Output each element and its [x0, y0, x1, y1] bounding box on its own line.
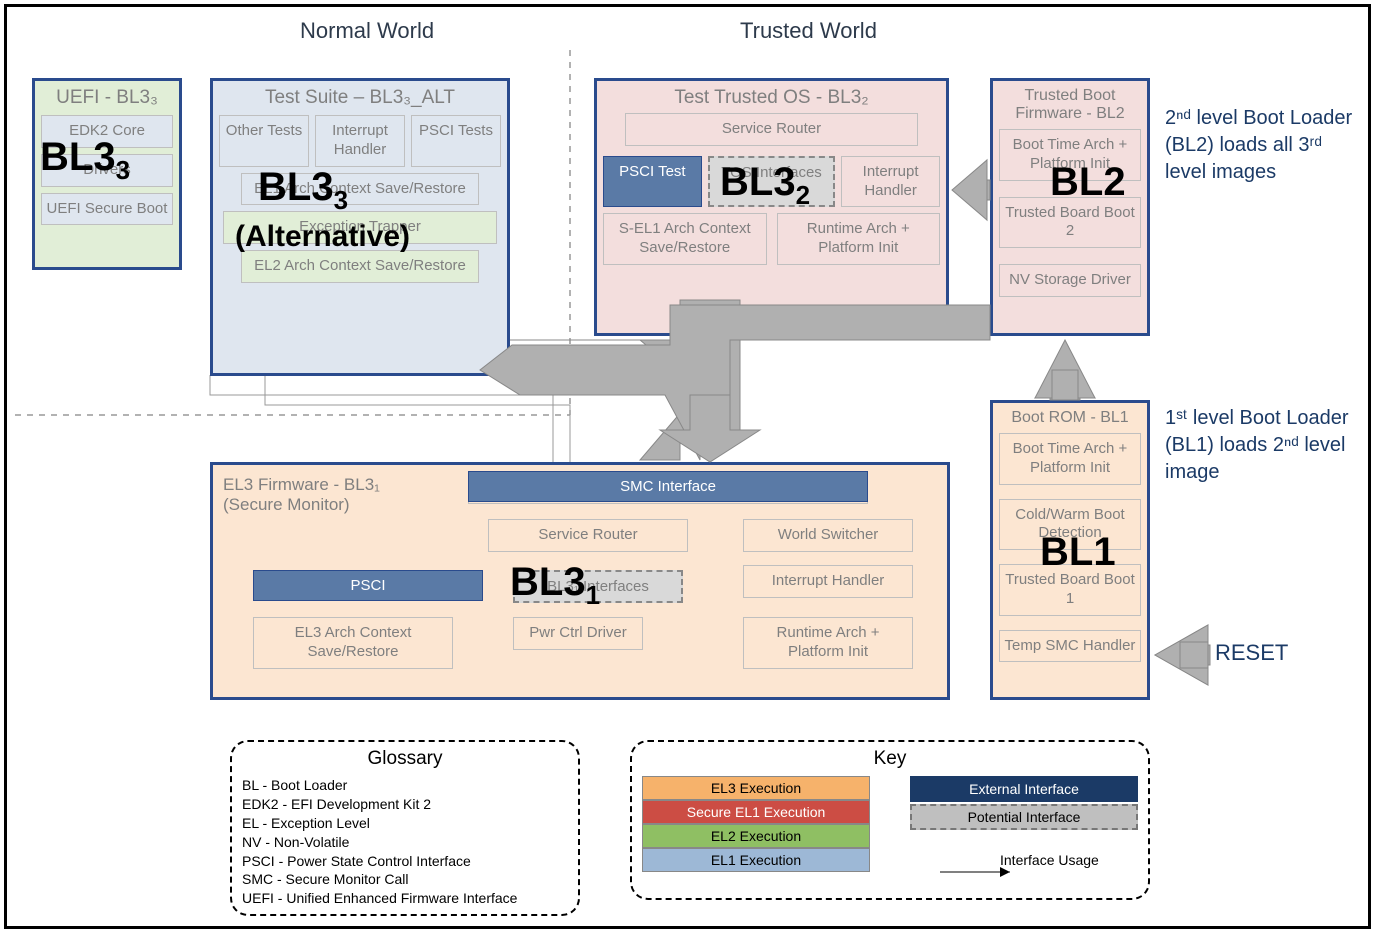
- runtime-arch-el3: Runtime Arch + Platform Init: [743, 617, 913, 669]
- bl2-container: Trusted Boot Firmware - BL2 Boot Time Ar…: [990, 78, 1150, 336]
- header-normal-world: Normal World: [300, 18, 434, 44]
- label-bl33-alt: BL33: [258, 165, 348, 216]
- annotation-bl1: 1ˢᵗ level Boot Loader (BL1) loads 2ⁿᵈ le…: [1165, 405, 1365, 486]
- key-box: Key EL3 Execution Secure EL1 Execution E…: [630, 740, 1150, 900]
- smc-interface: SMC Interface: [468, 471, 868, 502]
- key-external-intf: External Interface: [910, 776, 1138, 802]
- bl1-title: Boot ROM - BL1: [993, 409, 1147, 427]
- el3-title: EL3 Firmware - BL3₁(Secure Monitor): [223, 475, 380, 515]
- bl1-item: Boot Time Arch + Platform Init: [999, 433, 1141, 485]
- label-bl2: BL2: [1050, 160, 1126, 205]
- key-sel1: Secure EL1 Execution: [642, 800, 870, 824]
- glossary-box: Glossary BL - Boot LoaderEDK2 - EFI Deve…: [230, 740, 580, 916]
- bl2-item: NV Storage Driver: [999, 264, 1141, 297]
- key-title: Key: [642, 748, 1138, 770]
- el2-arch-ctx: EL2 Arch Context Save/Restore: [241, 250, 479, 283]
- header-trusted-world: Trusted World: [740, 18, 877, 44]
- uefi-item: UEFI Secure Boot: [41, 193, 173, 226]
- runtime-arch: Runtime Arch + Platform Init: [777, 213, 941, 265]
- test-box: PSCI Tests: [411, 115, 501, 167]
- interrupt-handler: Interrupt Handler: [841, 156, 940, 208]
- label-reset: RESET: [1215, 640, 1288, 666]
- test-box: Interrupt Handler: [315, 115, 405, 167]
- sel1-ctx: S-EL1 Arch Context Save/Restore: [603, 213, 767, 265]
- test-suite-title: Test Suite – BL3₃_ALT: [213, 87, 507, 109]
- annotation-bl2: 2ⁿᵈ level Boot Loader (BL2) loads all 3ʳ…: [1165, 105, 1365, 186]
- label-bl33-alt-sub: (Alternative): [235, 220, 410, 254]
- uefi-title: UEFI - BL3₃: [35, 87, 179, 109]
- psci: PSCI: [253, 570, 483, 601]
- psci-test: PSCI Test: [603, 156, 702, 208]
- label-bl1: BL1: [1040, 530, 1116, 575]
- label-bl32: BL32: [720, 160, 810, 211]
- world-switcher: World Switcher: [743, 519, 913, 552]
- service-router-el3: Service Router: [488, 519, 688, 552]
- test-box: Other Tests: [219, 115, 309, 167]
- bl1-item: Temp SMC Handler: [999, 630, 1141, 663]
- test-os-title: Test Trusted OS - BL3₂: [597, 87, 946, 109]
- pwr-ctrl-driver: Pwr Ctrl Driver: [513, 617, 643, 650]
- key-potential-intf: Potential Interface: [910, 804, 1138, 830]
- bl2-title: Trusted Boot Firmware - BL2: [993, 87, 1147, 123]
- key-el3: EL3 Execution: [642, 776, 870, 800]
- service-router: Service Router: [625, 113, 918, 146]
- label-bl33: BL33: [40, 135, 130, 186]
- label-bl31: BL31: [510, 560, 600, 611]
- el3-arch-ctx: EL3 Arch Context Save/Restore: [253, 617, 453, 669]
- interrupt-handler-el3: Interrupt Handler: [743, 565, 913, 598]
- key-el1: EL1 Execution: [642, 848, 870, 872]
- key-interface-usage: Interface Usage: [910, 852, 1138, 868]
- glossary-title: Glossary: [242, 748, 568, 770]
- key-el2: EL2 Execution: [642, 824, 870, 848]
